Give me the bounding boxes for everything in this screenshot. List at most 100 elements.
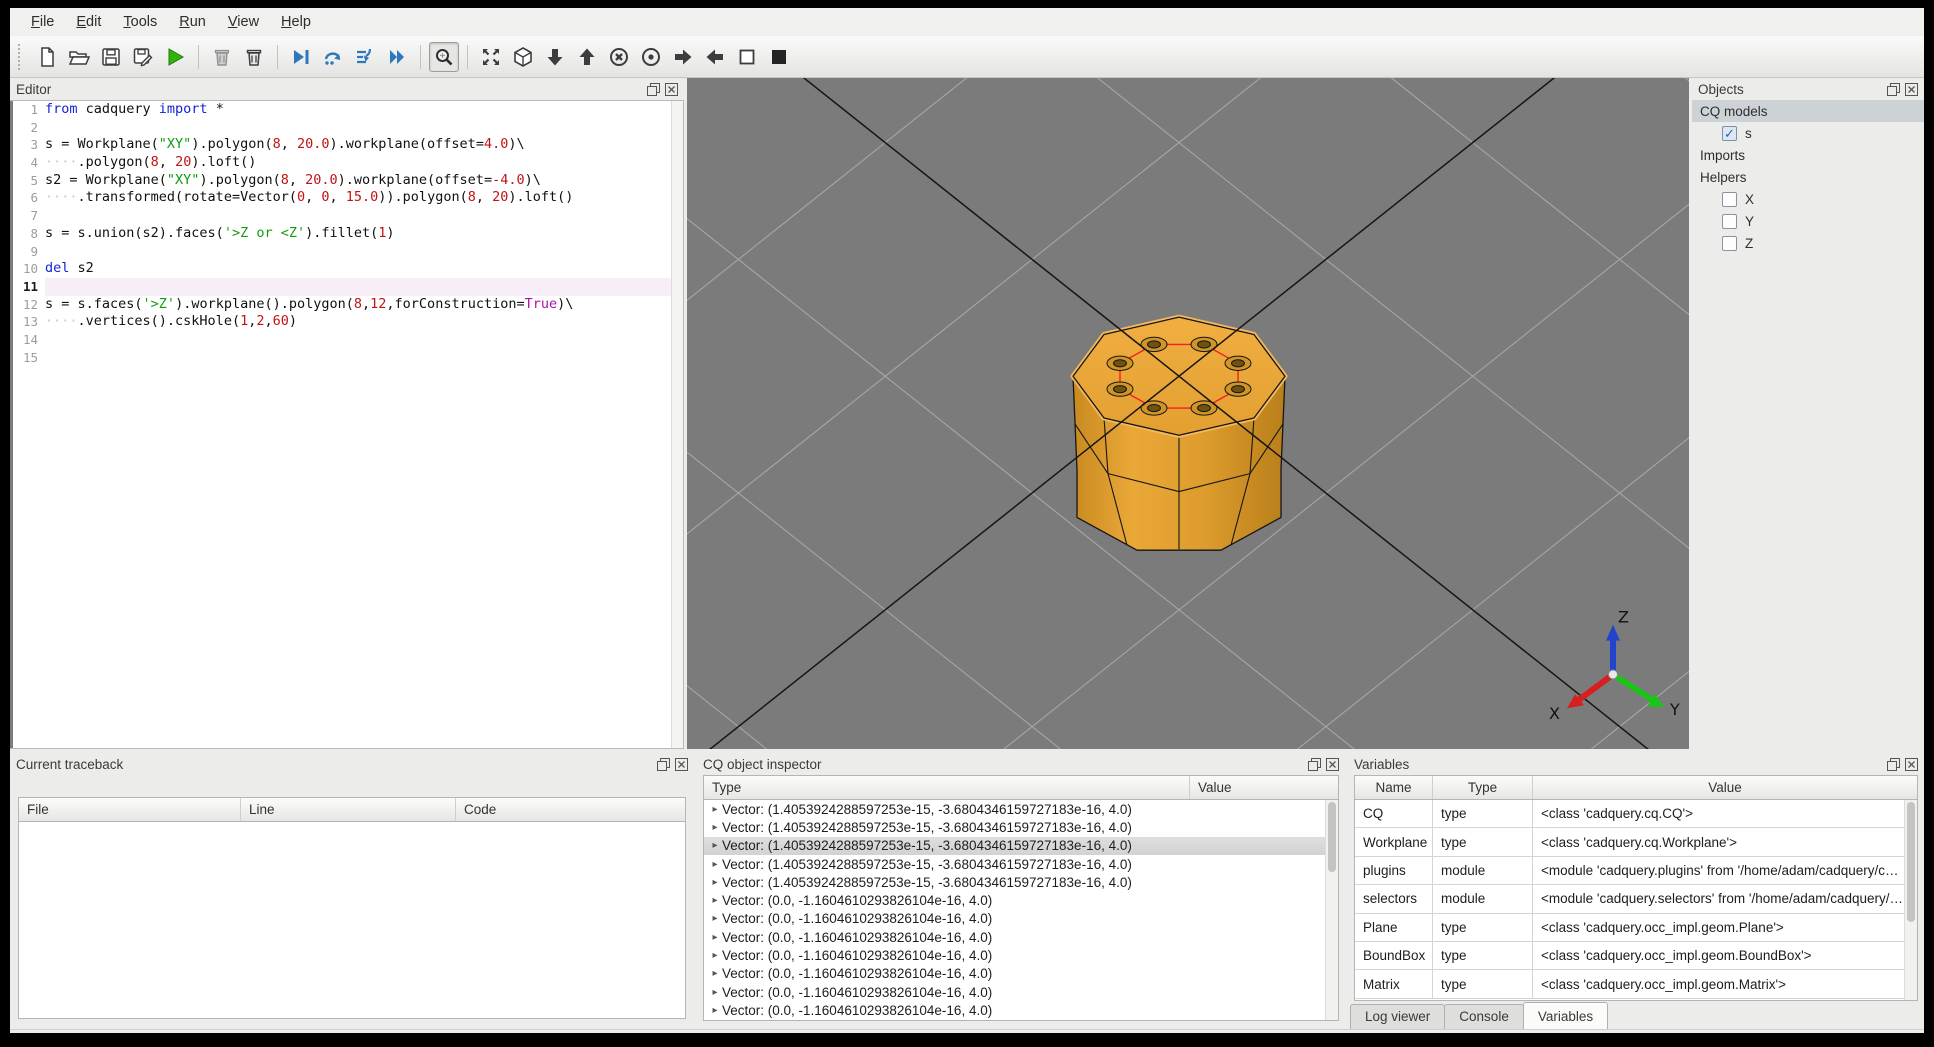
delete-current-button[interactable] (207, 42, 237, 72)
render-button[interactable] (160, 42, 190, 72)
expand-arrow-icon[interactable]: ▸ (708, 968, 722, 979)
arrow-up-icon (579, 48, 595, 65)
objects-item-s[interactable]: ✓ s (1692, 122, 1924, 144)
inspect-button[interactable] (429, 41, 459, 72)
expand-arrow-icon[interactable]: ▸ (708, 895, 722, 906)
inspector-row[interactable]: ▸ Vector: (1.4053924288597253e-15, -3.680… (704, 818, 1338, 836)
variable-row-workplane[interactable]: Workplane type <class 'cadquery.cq.Workpla… (1355, 828, 1917, 857)
variable-name: plugins (1355, 856, 1433, 885)
code-editor[interactable]: 1 from cadquery import * 2 3 s = Workplane("… (13, 101, 671, 748)
step-in-button[interactable] (350, 42, 380, 72)
objects-item-y[interactable]: Y (1692, 210, 1924, 232)
close-panel-icon[interactable] (1325, 757, 1339, 771)
tab-console[interactable]: Console (1444, 1003, 1524, 1029)
variable-row-boundbox[interactable]: BoundBox type <class 'cadquery.occ_impl.ge… (1355, 941, 1917, 971)
front-view-button[interactable] (604, 42, 634, 72)
inspector-row[interactable]: ▸ Vector: (0.0, -1.1604610293826104e-16, … (704, 928, 1338, 946)
objects-item-helpers[interactable]: Helpers (1692, 166, 1924, 188)
variable-name: CQ (1355, 800, 1433, 828)
variables-title: Variables (1354, 756, 1410, 772)
debug-button[interactable] (286, 42, 316, 72)
objects-item-x[interactable]: X (1692, 188, 1924, 210)
top-view-button[interactable] (540, 42, 570, 72)
viewport-3d[interactable]: Z X Y (687, 78, 1689, 749)
variable-row-selectors[interactable]: selectors module <module 'cadquery.selecto… (1355, 885, 1917, 914)
expand-arrow-icon[interactable]: ▸ (708, 932, 722, 943)
inspector-row[interactable]: ▸ Vector: (1.4053924288597253e-15, -3.680… (704, 800, 1338, 818)
code-line: 13 ····.vertices().cskHole(1,2,60) (13, 313, 671, 331)
float-panel-icon[interactable] (1307, 757, 1321, 771)
menu-help[interactable]: Help (270, 10, 322, 34)
code-text: ····.vertices().cskHole(1,2,60) (45, 313, 298, 330)
objects-item-label: Helpers (1700, 169, 1747, 185)
menu-view[interactable]: View (217, 10, 270, 34)
save-as-button[interactable] (128, 42, 158, 72)
debug-icon (294, 49, 309, 64)
float-panel-icon[interactable] (1886, 82, 1900, 96)
expand-arrow-icon[interactable]: ▸ (708, 840, 722, 851)
variable-row-plane[interactable]: Plane type <class 'cadquery.occ_impl.geom.… (1355, 913, 1917, 942)
inspector-row[interactable]: ▸ Vector: (0.0, -1.1604610293826104e-16, … (704, 891, 1338, 909)
left-view-button[interactable] (668, 42, 698, 72)
variable-name: Plane (1355, 913, 1433, 941)
inspector-row[interactable]: ▸ Vector: (0.0, -1.1604610293826104e-16, … (704, 910, 1338, 928)
new-file-icon (41, 46, 54, 67)
expand-arrow-icon[interactable]: ▸ (708, 877, 722, 888)
float-panel-icon[interactable] (646, 82, 660, 96)
wireframe-button[interactable] (732, 42, 762, 72)
new-file-button[interactable] (32, 42, 62, 72)
checkbox-x[interactable] (1722, 191, 1737, 207)
checkbox-y[interactable] (1722, 213, 1737, 229)
delete-all-button[interactable] (239, 42, 269, 72)
expand-arrow-icon[interactable]: ▸ (708, 1005, 722, 1016)
menu-tools[interactable]: Tools (112, 10, 168, 34)
variable-row-plugins[interactable]: plugins module <module 'cadquery.plugins' … (1355, 856, 1917, 886)
inspector-row[interactable]: ▸ Vector: (1.4053924288597253e-15, -3.680… (704, 836, 1338, 855)
close-panel-icon[interactable] (674, 757, 688, 771)
expand-arrow-icon[interactable]: ▸ (708, 913, 722, 924)
float-panel-icon[interactable] (656, 757, 670, 771)
shaded-button[interactable] (764, 42, 794, 72)
iso-view-button[interactable] (508, 42, 538, 72)
objects-item-z[interactable]: Z (1692, 232, 1924, 254)
inspector-row[interactable]: ▸ Vector: (0.0, -1.1604610293826104e-16, … (704, 965, 1338, 983)
objects-item-cq-models[interactable]: CQ models (1692, 100, 1924, 122)
expand-arrow-icon[interactable]: ▸ (708, 859, 722, 870)
close-panel-icon[interactable] (664, 82, 678, 96)
expand-arrow-icon[interactable]: ▸ (708, 950, 722, 961)
close-panel-icon[interactable] (1904, 82, 1918, 96)
menu-run[interactable]: Run (168, 10, 217, 34)
variable-row-matrix[interactable]: Matrix type <class 'cadquery.occ_impl.geom… (1355, 970, 1917, 999)
inspector-row[interactable]: ▸ Vector: (0.0, -1.1604610293826104e-16, … (704, 946, 1338, 964)
variables-scrollbar[interactable] (1904, 800, 1917, 1000)
inspector-row[interactable]: ▸ Vector: (0.0, -1.1604610293826104e-16, … (704, 983, 1338, 1001)
checkbox-z[interactable] (1722, 235, 1737, 251)
inspector-row[interactable]: ▸ Vector: (1.4053924288597253e-15, -3.680… (704, 855, 1338, 873)
menu-file[interactable]: File (20, 10, 65, 34)
bottom-view-button[interactable] (572, 42, 602, 72)
float-panel-icon[interactable] (1886, 757, 1900, 771)
continue-button[interactable] (382, 42, 412, 72)
inspector-row[interactable]: ▸ Vector: (1.4053924288597253e-15, -3.680… (704, 873, 1338, 891)
open-button[interactable] (64, 42, 94, 72)
save-button[interactable] (96, 42, 126, 72)
editor-scrollbar[interactable] (671, 101, 683, 748)
step-button[interactable] (318, 42, 348, 72)
toolbar-drag-handle[interactable] (18, 43, 26, 70)
back-view-button[interactable] (636, 42, 666, 72)
inspector-row[interactable]: ▸ Vector: (0.0, -1.1604610293826104e-16, … (704, 1001, 1338, 1019)
menu-edit[interactable]: Edit (65, 10, 112, 34)
checkbox-s[interactable]: ✓ (1722, 125, 1737, 141)
expand-arrow-icon[interactable]: ▸ (708, 987, 722, 998)
right-view-button[interactable] (700, 42, 730, 72)
cad-model[interactable] (1070, 314, 1288, 551)
tab-log-viewer[interactable]: Log viewer (1350, 1003, 1446, 1029)
tab-variables[interactable]: Variables (1522, 1001, 1609, 1029)
variable-row-cq[interactable]: CQ type <class 'cadquery.cq.CQ'> (1355, 800, 1917, 829)
expand-arrow-icon[interactable]: ▸ (708, 822, 722, 833)
close-panel-icon[interactable] (1904, 757, 1918, 771)
expand-arrow-icon[interactable]: ▸ (708, 804, 722, 815)
fit-view-button[interactable] (476, 42, 506, 72)
inspector-scrollbar[interactable] (1325, 800, 1338, 1020)
objects-item-imports[interactable]: Imports (1692, 144, 1924, 166)
